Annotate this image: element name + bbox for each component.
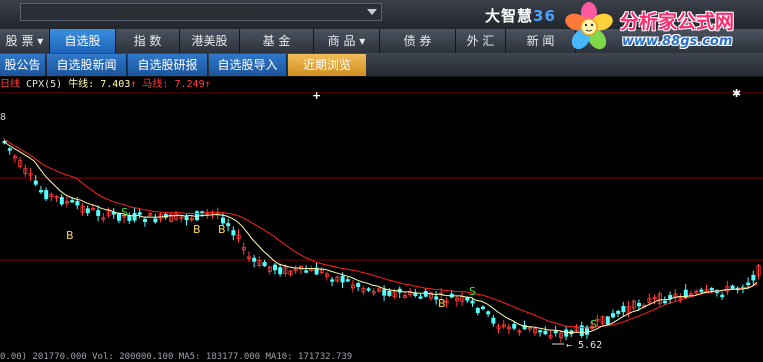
candle-body	[730, 285, 735, 289]
sell-signal: S	[469, 285, 476, 298]
candle-body	[621, 305, 626, 313]
volume-readout: 0.00) 201770.000 Vol: 200000.100 MA5: 18…	[0, 352, 353, 362]
low-price-label: ← 5.62	[566, 340, 602, 351]
search-box[interactable]	[20, 3, 382, 21]
candle-body	[340, 275, 345, 283]
sub-tab[interactable]: 自选股新闻	[47, 54, 127, 76]
brand-suffix: 36	[533, 7, 556, 25]
candle-body	[553, 330, 558, 334]
candle-body	[184, 216, 189, 221]
nav-tab[interactable]: 商 品 ▾	[314, 29, 380, 53]
candle-body	[137, 212, 142, 215]
nav-tab[interactable]: 外 汇	[456, 29, 506, 53]
nav-tab[interactable]: 自选股	[50, 29, 116, 53]
flower-logo-icon	[565, 2, 613, 50]
star-marker-icon: ✱	[732, 87, 742, 100]
candle-body	[564, 329, 569, 337]
candle-body	[345, 279, 350, 282]
candle-body	[272, 264, 277, 271]
candle-body	[543, 330, 548, 335]
candle-body	[7, 148, 12, 151]
sell-signal: S	[590, 318, 597, 331]
candle-body	[44, 190, 49, 200]
candle-body	[142, 219, 147, 222]
candle-body	[611, 313, 616, 318]
candle-body	[226, 223, 231, 227]
candle-body	[475, 307, 480, 313]
indicator-name: CPX(5)	[26, 79, 63, 90]
candle-body	[252, 257, 257, 262]
candle-body	[75, 201, 80, 206]
sub-tab[interactable]: 近期浏览	[288, 54, 366, 76]
sub-tab[interactable]: 自选股研报	[128, 54, 208, 76]
sub-tab[interactable]: 自选股导入	[209, 54, 287, 76]
candle-body	[231, 230, 236, 236]
period-label: 日线	[0, 79, 20, 90]
line1-label: 牛线:	[68, 79, 95, 90]
sell-signal: S	[121, 206, 128, 219]
candle-body	[418, 296, 423, 299]
candle-body	[491, 317, 496, 324]
arrow-up-icon: ↑	[204, 79, 211, 90]
line2-label: 马线:	[142, 79, 169, 90]
candle-body	[699, 289, 704, 292]
candle-body	[387, 290, 392, 296]
candle-body	[616, 310, 621, 314]
candle-body	[470, 300, 475, 304]
candle-body	[39, 190, 44, 193]
candle-body	[663, 300, 668, 304]
candle-body	[382, 289, 387, 296]
buy-signal: B	[193, 223, 201, 236]
candle-body	[96, 210, 101, 216]
line1-value: 7.403	[100, 79, 131, 90]
candle-body	[262, 262, 267, 267]
candle-body	[720, 294, 725, 298]
buy-signal: B	[438, 297, 446, 310]
line2-value: 7.249	[174, 79, 205, 90]
candle-body	[356, 283, 361, 287]
candle-body	[59, 197, 64, 205]
arrow-up-icon: ↑	[130, 79, 137, 90]
candle-body	[465, 297, 470, 301]
candle-body	[70, 200, 75, 203]
candle-body	[127, 215, 132, 221]
nav-tab[interactable]: 指 数	[116, 29, 180, 53]
sub-tab[interactable]: 股公告	[0, 54, 46, 76]
candle-body	[330, 279, 335, 282]
crosshair-plus-icon: +	[312, 89, 322, 102]
secondary-nav: 股公告 自选股新闻 自选股研报 自选股导入 近期浏览	[0, 53, 763, 77]
watermark-url: www.88gs.com	[622, 34, 733, 49]
nav-tab[interactable]: 港美股	[180, 29, 240, 53]
candle-body	[85, 208, 90, 214]
candle-body	[304, 270, 309, 273]
chevron-down-icon[interactable]	[367, 9, 377, 15]
candle-body	[538, 330, 543, 333]
brand-text: 大智慧	[485, 7, 534, 25]
candle-body	[746, 282, 751, 286]
indicator-legend: 日线 CPX(5) 牛线: 7.403↑ 马线: 7.249↑	[0, 78, 211, 92]
ma-line-red	[2, 137, 758, 329]
nav-tab[interactable]: 股 票 ▾	[0, 29, 50, 53]
y-axis-label: 8	[0, 112, 6, 123]
candle-body	[480, 306, 485, 309]
candle-body	[637, 302, 642, 307]
candle-body	[33, 180, 38, 185]
candlestick-chart[interactable]: 8 S B S B B B S ← 5.62	[0, 92, 763, 362]
candle-body	[366, 288, 371, 291]
candle-body	[132, 213, 137, 221]
candle-body	[605, 316, 610, 325]
buy-signal: B	[66, 229, 74, 242]
app-brand: 大智慧36	[485, 5, 556, 26]
buy-signal: B	[218, 223, 226, 236]
candle-body	[709, 288, 714, 291]
candle-body	[278, 267, 283, 275]
nav-tab[interactable]: 债 券	[380, 29, 456, 53]
nav-tab[interactable]: 基 金	[240, 29, 314, 53]
candle-body	[512, 323, 517, 329]
candle-body	[486, 311, 491, 315]
candle-body	[751, 274, 756, 281]
candle-body	[153, 218, 158, 223]
watermark-title: 分析家公式网	[620, 11, 735, 33]
